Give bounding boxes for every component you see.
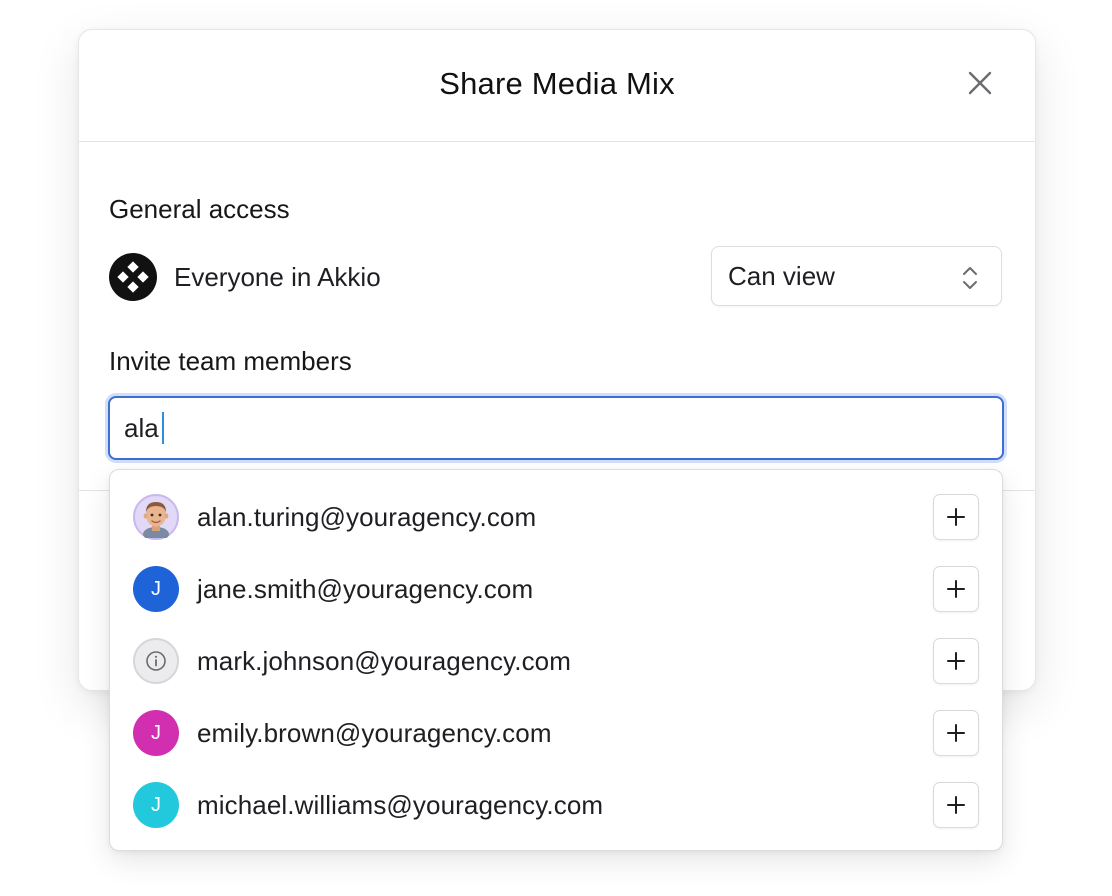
- add-member-button[interactable]: [933, 566, 979, 612]
- invite-input-value: ala: [124, 412, 159, 443]
- suggestion-email: emily.brown@youragency.com: [197, 717, 552, 748]
- info-icon: [146, 651, 166, 671]
- close-icon: [968, 71, 992, 95]
- avatar-initial: J: [151, 793, 161, 816]
- akkio-logo-icon: [117, 261, 149, 293]
- add-member-button[interactable]: [933, 782, 979, 828]
- general-access-row: Everyone in Akkio: [109, 252, 381, 302]
- invite-search-input[interactable]: ala: [108, 396, 1004, 460]
- avatar-initial: J: [151, 577, 161, 600]
- plus-icon: [947, 508, 965, 526]
- chevron-up-down-icon: [963, 267, 977, 289]
- suggestion-row[interactable]: alan.turing@youragency.com: [110, 481, 1002, 553]
- text-caret: [161, 412, 164, 444]
- suggestion-email: jane.smith@youragency.com: [197, 573, 534, 604]
- dialog-title: Share Media Mix: [439, 66, 675, 101]
- memoji-avatar-icon: [136, 497, 176, 538]
- plus-icon: [947, 580, 965, 598]
- plus-icon: [947, 724, 965, 742]
- add-member-button[interactable]: [933, 638, 979, 684]
- suggestion-row[interactable]: J michael.williams@youragency.com: [110, 769, 1002, 841]
- avatar-initial: J: [151, 721, 161, 744]
- invite-label: Invite team members: [109, 346, 352, 376]
- permission-select-value: Can view: [728, 260, 835, 291]
- dialog-header: Share Media Mix: [79, 30, 1035, 142]
- avatar: J: [133, 710, 179, 756]
- general-access-name: Everyone in Akkio: [174, 261, 381, 292]
- plus-icon: [947, 796, 965, 814]
- suggestion-email: alan.turing@youragency.com: [197, 501, 537, 532]
- avatar: [133, 638, 179, 684]
- akkio-logo: [109, 253, 157, 301]
- avatar: [133, 494, 179, 540]
- close-button[interactable]: [965, 68, 995, 98]
- permission-select[interactable]: Can view: [711, 246, 1002, 306]
- general-access-label: General access: [109, 194, 290, 224]
- suggestion-row[interactable]: mark.johnson@youragency.com: [110, 625, 1002, 697]
- add-member-button[interactable]: [933, 494, 979, 540]
- add-member-button[interactable]: [933, 710, 979, 756]
- avatar: J: [133, 782, 179, 828]
- avatar: J: [133, 566, 179, 612]
- suggestion-row[interactable]: J jane.smith@youragency.com: [110, 553, 1002, 625]
- suggestions-dropdown: alan.turing@youragency.com J jane.smith@…: [109, 469, 1003, 851]
- suggestion-email: mark.johnson@youragency.com: [197, 645, 571, 676]
- suggestion-row[interactable]: J emily.brown@youragency.com: [110, 697, 1002, 769]
- plus-icon: [947, 652, 965, 670]
- suggestion-email: michael.williams@youragency.com: [197, 789, 604, 820]
